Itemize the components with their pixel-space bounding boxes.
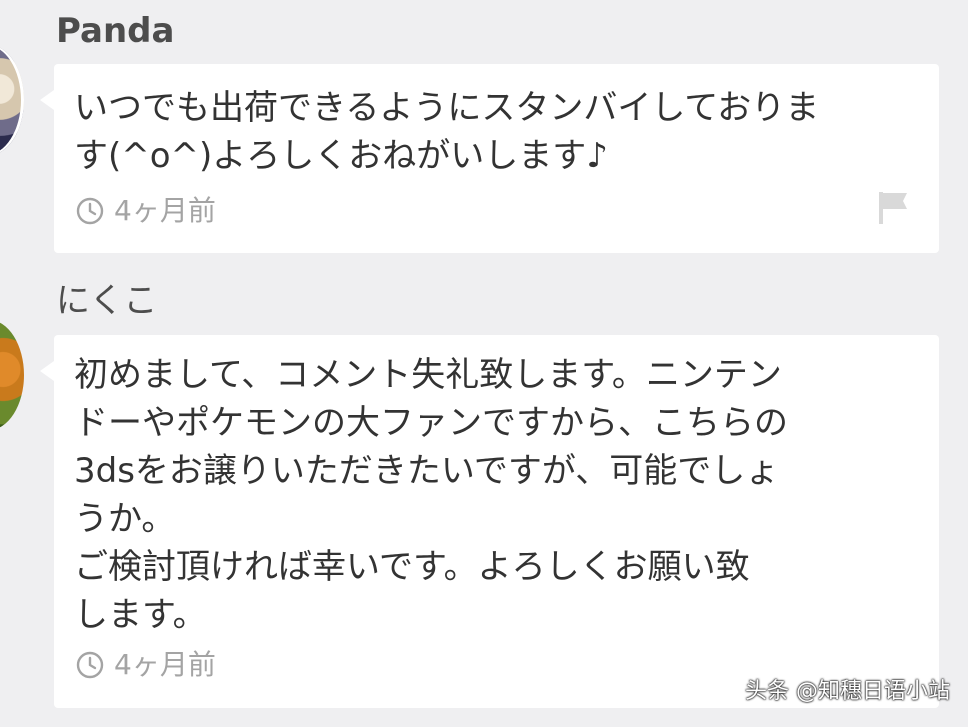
comment-bubble: 初めまして、コメント失礼致します。ニンテン ドーやポケモンの大ファンですから、こ… xyxy=(40,335,939,708)
watermark: 头条 @知穗日语小站 xyxy=(745,679,950,704)
comment-bubble: いつでも出荷できるようにスタンバイしておりま す(^o^)よろしくおねがいします… xyxy=(40,64,939,253)
clock-icon xyxy=(76,197,104,225)
comment-message: 初めまして、コメント失礼致します。ニンテン ドーやポケモンの大ファンですから、こ… xyxy=(74,355,788,635)
avatar[interactable] xyxy=(0,320,24,430)
comment-timestamp: 4ヶ月前 xyxy=(76,651,216,679)
comment-time: 4ヶ月前 xyxy=(114,194,216,227)
clock-icon xyxy=(76,651,104,679)
comment-message: いつでも出荷できるようにスタンバイしておりま す(^o^)よろしくおねがいします… xyxy=(74,88,820,176)
comment-username[interactable]: Panda xyxy=(56,14,174,48)
comment-username[interactable]: にくこ xyxy=(56,284,157,318)
comment-timestamp: 4ヶ月前 xyxy=(76,197,216,225)
avatar[interactable] xyxy=(0,45,24,155)
comment-time: 4ヶ月前 xyxy=(114,648,216,681)
flag-icon[interactable] xyxy=(875,190,911,226)
